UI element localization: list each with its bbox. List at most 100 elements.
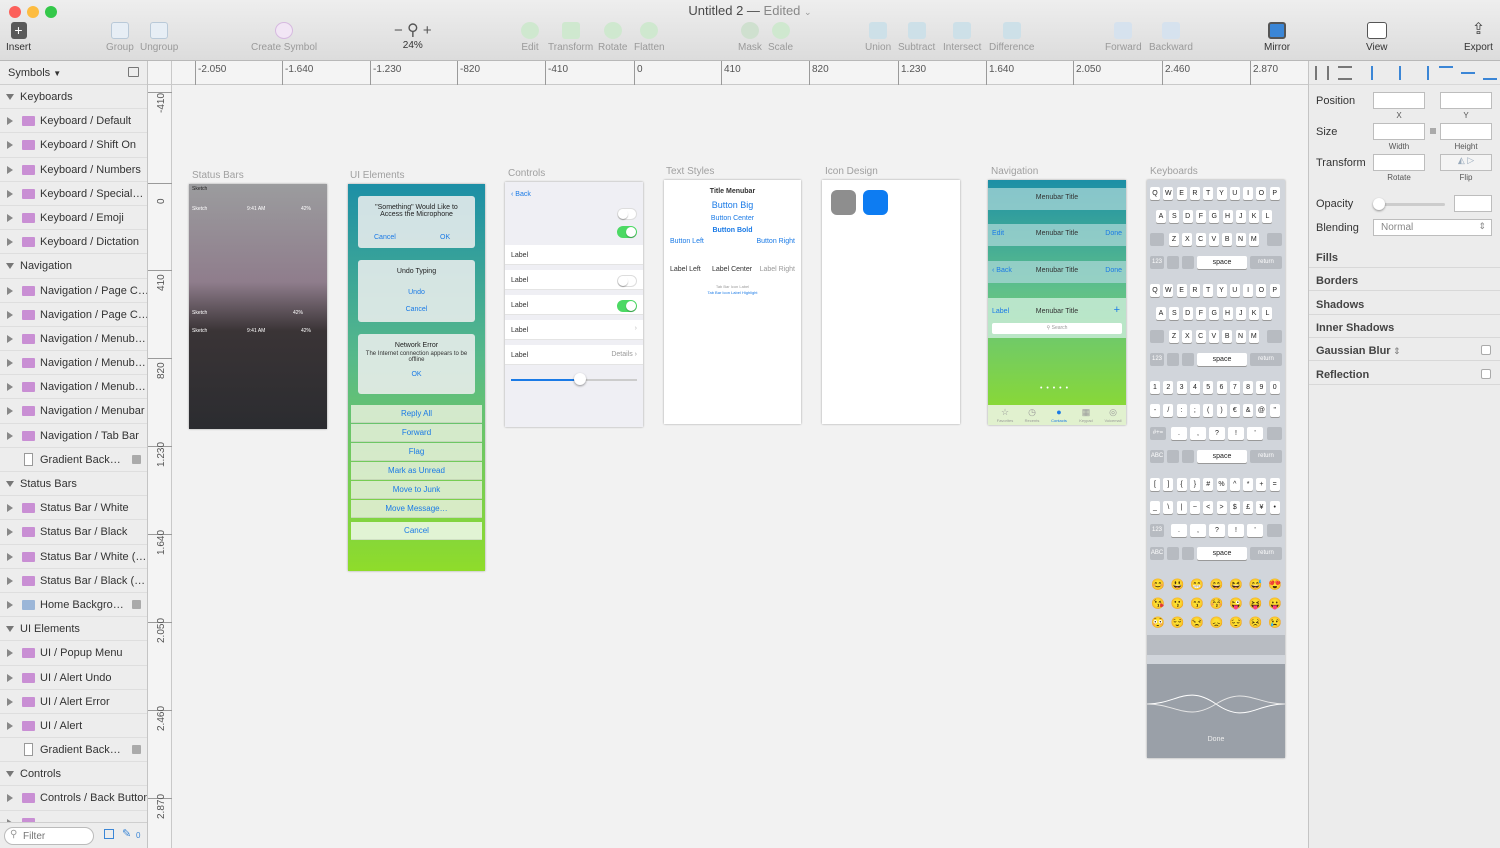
intersect-button[interactable]: Intersect	[943, 22, 981, 53]
action-sheet-item[interactable]: Reply All	[351, 405, 482, 423]
artboard-text-styles[interactable]: Title Menubar Button Big Button Center B…	[664, 180, 801, 424]
align-center-icon[interactable]	[1393, 66, 1407, 80]
keyboard-key[interactable]: F	[1195, 210, 1206, 223]
keyboard-key[interactable]	[1150, 330, 1164, 343]
export-button[interactable]: ⇪ Export	[1464, 22, 1493, 54]
nav-search-field[interactable]: ⚲ Search	[992, 323, 1122, 334]
keyboard-key[interactable]: return	[1250, 450, 1282, 463]
keyboard-key[interactable]: H	[1222, 210, 1233, 223]
emoji-key[interactable]: 😍	[1268, 578, 1282, 591]
keyboard-key[interactable]: ^	[1229, 478, 1240, 491]
mask-button[interactable]: Mask	[738, 22, 762, 53]
keyboard-key[interactable]: 3	[1176, 381, 1187, 394]
keyboard-key[interactable]: '	[1247, 427, 1263, 440]
disclosure-triangle-icon[interactable]	[7, 600, 13, 609]
checkbox[interactable]	[1481, 345, 1491, 356]
inspector-section[interactable]: Gaussian Blur ⇕	[1309, 338, 1500, 362]
layer-item[interactable]: Navigation / Page C…	[0, 279, 147, 303]
keyboard-key[interactable]: {	[1176, 478, 1187, 491]
emoji-key[interactable]: 😛	[1268, 597, 1282, 610]
keyboard-key[interactable]: -	[1150, 404, 1160, 417]
rotate-field[interactable]	[1373, 154, 1425, 171]
emoji-key[interactable]: 😗	[1171, 597, 1185, 610]
keyboard-key[interactable]: H	[1222, 307, 1233, 320]
keyboard-key[interactable]: !	[1228, 524, 1244, 537]
disclosure-triangle-icon[interactable]	[6, 771, 14, 778]
checkbox[interactable]	[1481, 368, 1491, 379]
difference-button[interactable]: Difference	[989, 22, 1034, 53]
control-row-disclosure[interactable]: Label ›	[505, 320, 643, 340]
keyboard-key[interactable]: ;	[1189, 404, 1200, 417]
flatten-button[interactable]: Flatten	[634, 22, 665, 53]
keyboard-key[interactable]: space	[1197, 353, 1247, 366]
lock-icon[interactable]	[132, 599, 141, 609]
keyboard-key[interactable]: 9	[1256, 381, 1267, 394]
layer-item[interactable]: Status Bar / Black (…	[0, 569, 147, 593]
layer-item[interactable]: Keyboard / Default	[0, 109, 147, 134]
disclosure-triangle-icon[interactable]	[6, 263, 14, 270]
opacity-slider-thumb[interactable]	[1373, 198, 1385, 210]
lock-icon[interactable]	[132, 454, 141, 464]
keyboard-key[interactable]: C	[1195, 330, 1206, 343]
keyboard-key[interactable]: 5	[1203, 381, 1214, 394]
keyboard-key[interactable]	[1267, 524, 1282, 537]
flip-buttons[interactable]: ◭ ▷	[1440, 154, 1492, 171]
keyboard-key[interactable]: S	[1169, 307, 1180, 320]
keyboard-key[interactable]: U	[1229, 284, 1240, 297]
keyboard-key[interactable]	[1267, 330, 1282, 343]
inspector-section[interactable]: Inner Shadows	[1309, 315, 1500, 338]
emoji-key[interactable]: 😚	[1210, 597, 1224, 610]
disclosure-triangle-icon[interactable]	[7, 238, 13, 247]
back-button[interactable]: ‹ Back	[511, 191, 531, 198]
layer-item[interactable]: Keyboard / Shift On	[0, 133, 147, 158]
action-sheet-item[interactable]: Mark as Unread	[351, 462, 482, 480]
view-button[interactable]: View	[1366, 22, 1388, 53]
keyboard-key[interactable]: Q	[1150, 187, 1160, 200]
layer-group[interactable]: Controls	[0, 762, 147, 787]
keyboard-key[interactable]: T	[1203, 284, 1214, 297]
keyboard-key[interactable]: ~	[1189, 501, 1200, 514]
keyboard-key[interactable]: L	[1262, 210, 1273, 223]
create-symbol-button[interactable]: Create Symbol	[251, 22, 317, 53]
keyboard-key[interactable]: X	[1182, 233, 1193, 246]
keyboard-key[interactable]	[1167, 450, 1179, 463]
keyboard-key[interactable]: Y	[1216, 284, 1227, 297]
undo-cancel-button[interactable]: Cancel	[358, 296, 475, 313]
emoji-key[interactable]: 😊	[1151, 578, 1165, 591]
keyboard-key[interactable]: (	[1203, 404, 1214, 417]
control-row-details[interactable]: Label Details ›	[505, 345, 643, 365]
undo-button[interactable]: Undo	[358, 275, 475, 296]
keyboard-key[interactable]: %	[1216, 478, 1227, 491]
keyboard-key[interactable]: space	[1197, 547, 1247, 560]
layer-group[interactable]: Keyboards	[0, 85, 147, 110]
artboard-status-bars[interactable]: Sketch Sketch 9:41 AM 42% Sketch 42% Ske…	[189, 184, 327, 429]
keyboard-key[interactable]: Z	[1169, 330, 1179, 343]
keyboard-key[interactable]	[1182, 353, 1194, 366]
insert-button[interactable]: + Insert	[6, 22, 31, 53]
keyboard-key[interactable]: U	[1229, 187, 1240, 200]
keyboard-key[interactable]: D	[1182, 210, 1193, 223]
layer-item[interactable]: Status Bar / Black	[0, 520, 147, 545]
layer-group[interactable]: UI Elements	[0, 617, 147, 642]
nav-tab-item[interactable]: ◎ Voicemail	[1100, 407, 1126, 423]
keyboard-key[interactable]: J	[1235, 210, 1246, 223]
vertical-ruler[interactable]: -410 0 410 820 1.230 1.640 2.050 2.460 2.870	[148, 85, 172, 848]
emoji-key[interactable]: 😌	[1171, 616, 1185, 629]
position-y-field[interactable]	[1440, 92, 1492, 109]
keyboard-key[interactable]: "	[1269, 404, 1280, 417]
zoom-out-button[interactable]: −	[394, 22, 403, 39]
emoji-key[interactable]: 😒	[1190, 616, 1204, 629]
keyboard-key[interactable]: 4	[1189, 381, 1200, 394]
disclosure-triangle-icon[interactable]	[7, 165, 13, 174]
disclosure-triangle-icon[interactable]	[7, 383, 13, 392]
keyboard-key[interactable]: W	[1163, 284, 1174, 297]
forward-button[interactable]: Forward	[1105, 22, 1142, 53]
keyboard-key[interactable]: W	[1163, 187, 1174, 200]
switch-off[interactable]	[617, 208, 637, 220]
layer-item[interactable]: Keyboard / Emoji	[0, 206, 147, 231]
gray-icon-placeholder[interactable]	[831, 190, 856, 215]
keyboard-key[interactable]: [	[1150, 478, 1160, 491]
inspector-section[interactable]: Borders	[1309, 268, 1500, 292]
keyboard-key[interactable]: ?	[1209, 427, 1225, 440]
keyboard-key[interactable]: 1	[1150, 381, 1160, 394]
